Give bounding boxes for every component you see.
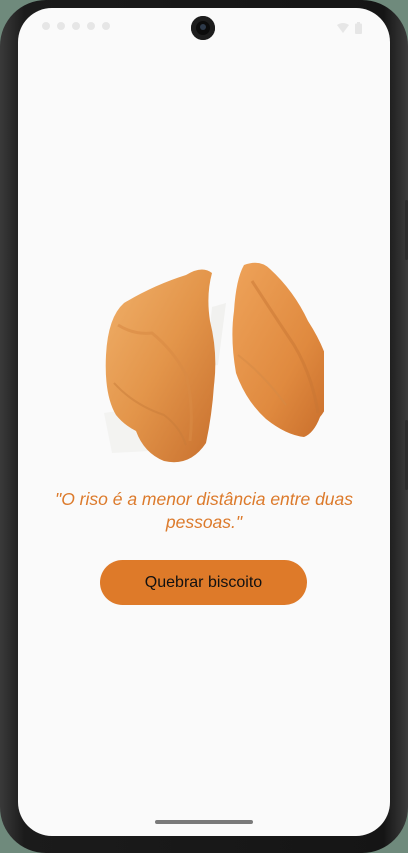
notification-icon xyxy=(72,22,80,30)
home-indicator[interactable] xyxy=(155,820,253,824)
status-notifications xyxy=(42,22,110,30)
notification-icon xyxy=(57,22,65,30)
fortune-cookie-image xyxy=(94,255,332,465)
notification-icon xyxy=(87,22,95,30)
phone-frame: "O riso é a menor distância entre duas p… xyxy=(0,0,408,853)
status-bar xyxy=(18,8,390,48)
front-camera xyxy=(191,16,215,40)
fortune-cookie-icon xyxy=(104,262,332,463)
break-cookie-button[interactable]: Quebrar biscoito xyxy=(100,560,307,605)
battery-icon xyxy=(355,22,362,34)
fortune-quote: "O riso é a menor distância entre duas p… xyxy=(54,489,354,532)
status-system-icons xyxy=(337,22,362,34)
notification-icon xyxy=(42,22,50,30)
wifi-icon xyxy=(337,23,349,33)
app-screen: "O riso é a menor distância entre duas p… xyxy=(18,8,390,836)
notification-icon xyxy=(102,22,110,30)
